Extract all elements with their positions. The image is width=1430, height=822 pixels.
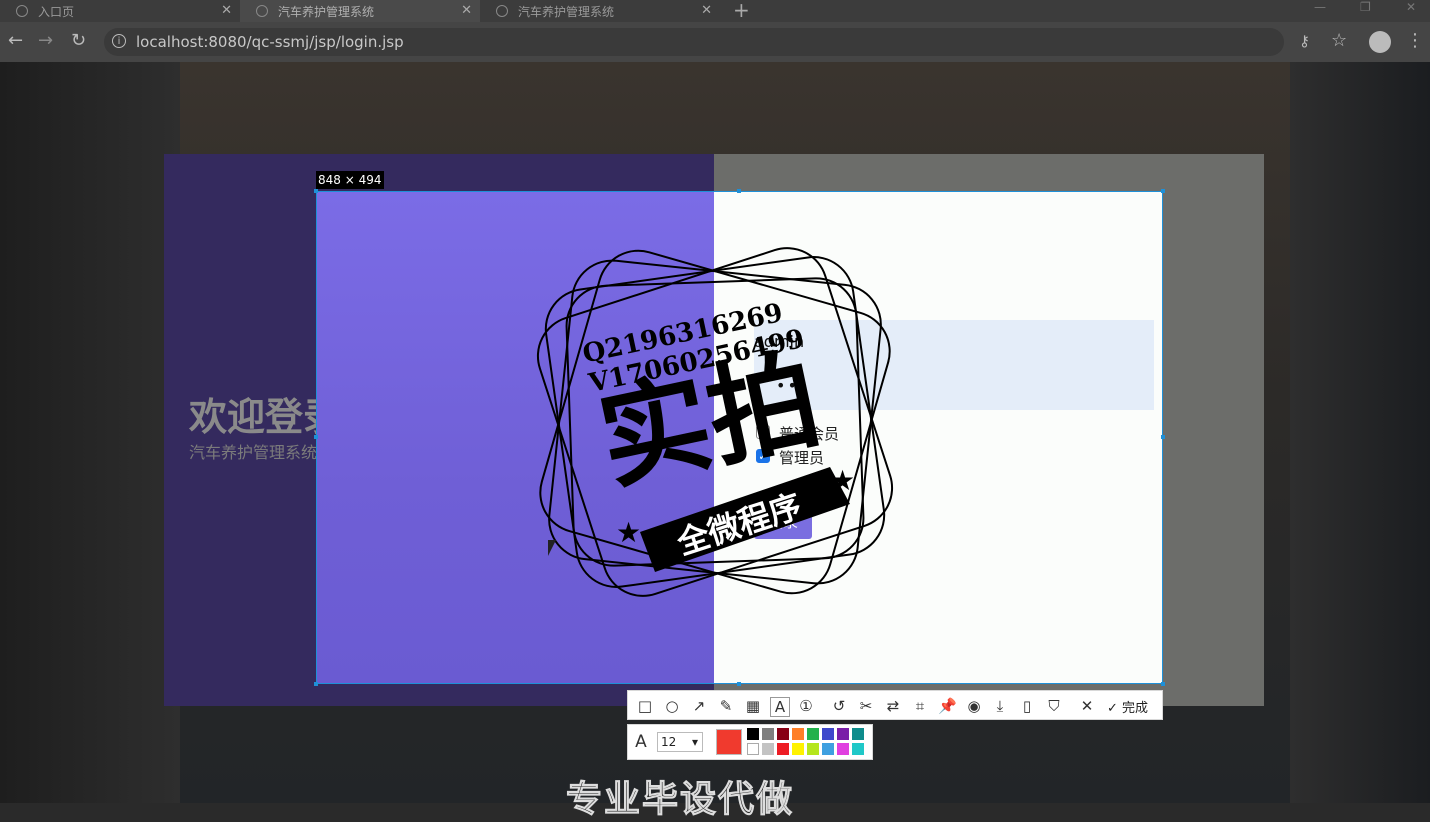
close-icon[interactable]: ✕ xyxy=(701,3,712,18)
number-icon[interactable]: ① xyxy=(797,697,815,715)
phone-icon[interactable]: ▯ xyxy=(1018,697,1036,715)
forward-icon[interactable]: → xyxy=(38,30,53,51)
star-icon[interactable]: ☆ xyxy=(1331,30,1347,51)
color-swatch[interactable] xyxy=(852,743,864,755)
resize-handle[interactable] xyxy=(737,682,741,686)
translate-icon[interactable]: ⇄ xyxy=(884,697,902,715)
bookmark-icon[interactable]: ⛉ xyxy=(1045,697,1063,715)
background-blur-right xyxy=(1290,62,1430,803)
text-icon[interactable]: A xyxy=(770,697,790,717)
key-icon[interactable]: ⚷ xyxy=(1299,32,1310,50)
minimize-icon[interactable]: — xyxy=(1314,0,1326,14)
mosaic-icon[interactable]: ▦ xyxy=(744,697,762,715)
video-caption: 专业毕设代做 xyxy=(565,779,795,821)
color-swatch[interactable] xyxy=(747,743,759,755)
done-label: 完成 xyxy=(1122,701,1149,716)
resize-handle[interactable] xyxy=(737,189,741,193)
color-swatch[interactable] xyxy=(807,728,819,740)
new-tab-icon[interactable]: + xyxy=(733,0,750,22)
resize-handle[interactable] xyxy=(1161,682,1165,686)
tab-title: 汽车养护管理系统 xyxy=(518,4,615,19)
color-swatch[interactable] xyxy=(747,728,759,740)
background-blur-left xyxy=(0,62,180,803)
done-button[interactable]: ✓ 完成 xyxy=(1107,697,1148,716)
avatar[interactable] xyxy=(1369,31,1391,53)
globe-icon xyxy=(496,5,508,17)
window-close-icon[interactable]: ✕ xyxy=(1406,0,1416,14)
font-icon: A xyxy=(635,732,647,752)
font-size-select[interactable]: 12 ▾ xyxy=(657,732,703,752)
globe-icon xyxy=(16,5,28,17)
ellipse-icon[interactable]: ○ xyxy=(663,697,681,715)
globe-icon xyxy=(256,5,268,17)
font-size-value: 12 xyxy=(661,735,677,749)
arrow-icon[interactable]: ↗ xyxy=(690,697,708,715)
dropdown-arrow-icon: ▾ xyxy=(691,735,698,749)
tab-title: 汽车养护管理系统 xyxy=(278,4,375,19)
color-swatch[interactable] xyxy=(792,728,804,740)
rectangle-icon[interactable]: □ xyxy=(636,697,654,715)
current-color[interactable] xyxy=(716,729,742,755)
color-swatch[interactable] xyxy=(807,743,819,755)
download-icon[interactable]: ⤓ xyxy=(991,697,1009,715)
resize-handle[interactable] xyxy=(1161,189,1165,193)
color-swatch[interactable] xyxy=(777,728,789,740)
selection-border[interactable] xyxy=(316,191,1163,684)
tab-system-2[interactable]: 汽车养护管理系统 ✕ xyxy=(480,0,720,22)
system-subtitle: 汽车养护管理系统 xyxy=(189,443,318,462)
tab-system-1[interactable]: 汽车养护管理系统 ✕ xyxy=(240,0,480,22)
cancel-icon[interactable]: ✕ xyxy=(1078,697,1096,715)
pencil-icon[interactable]: ✎ xyxy=(717,697,735,715)
close-icon[interactable]: ✕ xyxy=(221,3,232,18)
color-swatch[interactable] xyxy=(852,728,864,740)
url-text: localhost:8080/qc-ssmj/jsp/login.jsp xyxy=(136,33,404,51)
pin-icon[interactable]: 📌 xyxy=(938,697,957,715)
resize-handle[interactable] xyxy=(314,435,318,439)
color-swatch[interactable] xyxy=(762,728,774,740)
color-swatch[interactable] xyxy=(837,743,849,755)
color-swatch[interactable] xyxy=(822,743,834,755)
close-icon[interactable]: ✕ xyxy=(461,3,472,18)
resize-handle[interactable] xyxy=(314,682,318,686)
color-swatch[interactable] xyxy=(777,743,789,755)
tab-entry[interactable]: 入口页 ✕ xyxy=(0,0,240,22)
reload-icon[interactable]: ↻ xyxy=(71,30,86,51)
back-icon[interactable]: ← xyxy=(8,30,23,51)
selection-dimensions: 848 × 494 xyxy=(316,171,384,189)
undo-icon[interactable]: ↺ xyxy=(830,697,848,715)
color-swatch[interactable] xyxy=(792,743,804,755)
color-swatch[interactable] xyxy=(837,728,849,740)
scan-icon[interactable]: ⌗ xyxy=(911,697,929,715)
resize-handle[interactable] xyxy=(314,189,318,193)
restore-icon[interactable]: ❐ xyxy=(1360,0,1371,14)
record-icon[interactable]: ◉ xyxy=(965,697,983,715)
color-swatch[interactable] xyxy=(762,743,774,755)
resize-handle[interactable] xyxy=(1161,435,1165,439)
tab-title: 入口页 xyxy=(38,4,75,19)
info-icon[interactable]: i xyxy=(112,34,126,48)
menu-icon[interactable]: ⋮ xyxy=(1406,30,1424,51)
cut-icon[interactable]: ✂ xyxy=(857,697,875,715)
color-swatch[interactable] xyxy=(822,728,834,740)
